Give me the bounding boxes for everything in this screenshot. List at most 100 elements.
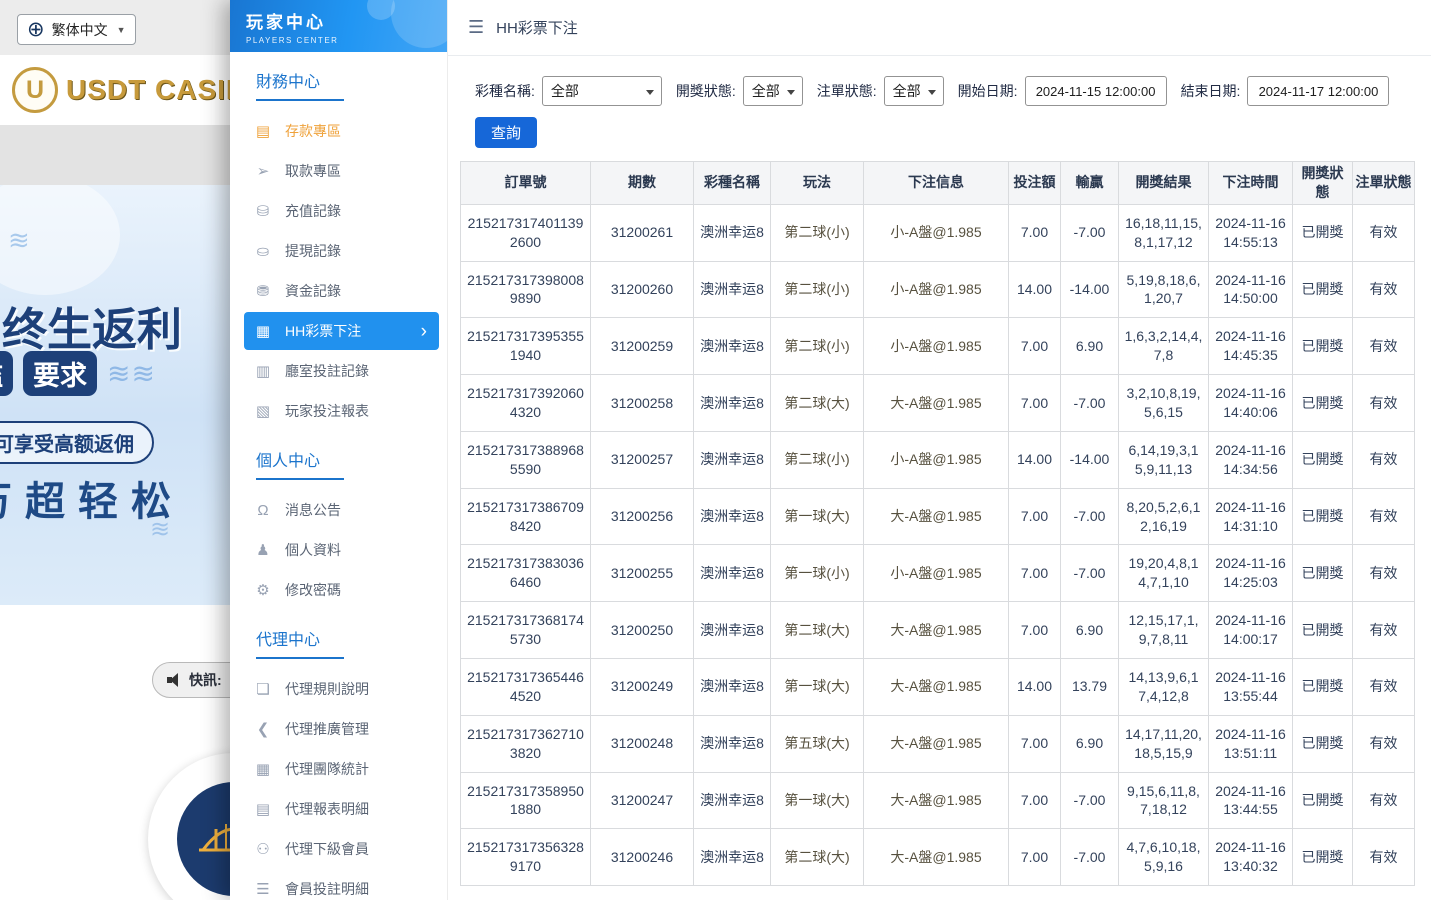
sidebar-item-profile[interactable]: ♟個人資料 bbox=[230, 530, 447, 570]
table-cell: 7.00 bbox=[1009, 488, 1061, 545]
sidebar-item-withdraw[interactable]: ➢取款專區 bbox=[230, 151, 447, 191]
table-cell: -7.00 bbox=[1061, 375, 1119, 432]
hamburger-menu-icon[interactable]: ☰ bbox=[468, 17, 484, 38]
coin-icon: ⛀ bbox=[254, 242, 272, 260]
sidebar-item-label: 取款專區 bbox=[285, 161, 341, 181]
start-date-label: 開始日期: bbox=[958, 81, 1018, 101]
sidebar-item-agent-rules[interactable]: ❏代理規則說明 bbox=[230, 669, 447, 709]
order-status-select[interactable]: 全部 bbox=[884, 76, 944, 106]
table-cell: 第二球(小) bbox=[771, 318, 864, 375]
funds-icon: ⛃ bbox=[254, 282, 272, 300]
table-cell: 有效 bbox=[1353, 204, 1415, 261]
table-cell: 14,17,11,20,18,5,15,9 bbox=[1119, 715, 1209, 772]
table-cell: 2152173173563289170 bbox=[461, 829, 591, 886]
table-row: 215217317392060432031200258澳洲幸运8第二球(大)大-… bbox=[461, 375, 1415, 432]
user-icon: ♟ bbox=[254, 541, 272, 559]
sidebar-item-announcements[interactable]: Ω消息公告 bbox=[230, 490, 447, 530]
table-cell: 澳洲幸运8 bbox=[694, 488, 771, 545]
sidebar-item-label: 會員投註明細 bbox=[285, 879, 369, 899]
news-ticker[interactable]: 快訊: bbox=[152, 662, 242, 698]
sidebar-item-hh-lottery-bets[interactable]: ▦HH彩票下注› bbox=[244, 312, 439, 350]
search-button[interactable]: 查詢 bbox=[475, 117, 537, 148]
lottery-select-value: 全部 bbox=[551, 81, 579, 101]
table-cell: 2152173173920604320 bbox=[461, 375, 591, 432]
bell-icon: Ω bbox=[254, 502, 272, 519]
banner-wave-decor: ≋≋ bbox=[107, 357, 156, 390]
table-cell: 7.00 bbox=[1009, 204, 1061, 261]
sidebar-item-agent-team-stats[interactable]: ▦代理團隊統計 bbox=[230, 749, 447, 789]
banner-title: 终生返利 bbox=[2, 293, 182, 358]
sidebar-item-member-bet-detail[interactable]: ☰ 會員投註明細 bbox=[230, 869, 447, 900]
table-cell: 有效 bbox=[1353, 488, 1415, 545]
column-header: 輸贏 bbox=[1061, 162, 1119, 205]
share-icon: ❮ bbox=[254, 720, 272, 738]
gear-icon: ⚙ bbox=[254, 581, 272, 599]
sidebar-item-room-bet-records[interactable]: ▥廳室投註記錄 bbox=[230, 351, 447, 391]
table-cell: 有效 bbox=[1353, 659, 1415, 716]
table-cell: 小-A盤@1.985 bbox=[864, 318, 1009, 375]
sidebar-item-withdraw-record[interactable]: ⛀ 提現記錄 bbox=[230, 231, 447, 271]
end-date-label: 結束日期: bbox=[1181, 81, 1241, 101]
sidebar-item-change-password[interactable]: ⚙修改密碼 bbox=[230, 570, 447, 610]
table-cell: 2152173173867098420 bbox=[461, 488, 591, 545]
table-cell: 大-A盤@1.985 bbox=[864, 715, 1009, 772]
sidebar-item-deposit[interactable]: ▤存款專區 bbox=[230, 111, 447, 151]
sidebar-item-label: 資金記錄 bbox=[285, 281, 341, 301]
table-cell: 大-A盤@1.985 bbox=[864, 829, 1009, 886]
table-cell: -14.00 bbox=[1061, 261, 1119, 318]
filter-bar: 彩種名稱: 全部 開獎狀態: 全部 注單狀態: 全部 bbox=[448, 56, 1431, 106]
table-cell: 31200246 bbox=[591, 829, 694, 886]
table-cell: 13.79 bbox=[1061, 659, 1119, 716]
table-cell: 2152173173830366460 bbox=[461, 545, 591, 602]
table-cell: 2024-11-16 14:40:06 bbox=[1209, 375, 1293, 432]
draw-status-filter-group: 開獎狀態: 全部 bbox=[676, 76, 803, 106]
sidebar-item-label: 存款專區 bbox=[285, 121, 341, 141]
table-cell: 有效 bbox=[1353, 602, 1415, 659]
sidebar-item-label: 廳室投註記錄 bbox=[285, 361, 369, 381]
news-ticker-label: 快訊: bbox=[189, 670, 222, 690]
table-cell: 已開獎 bbox=[1293, 659, 1353, 716]
sidebar-title: 玩家中心 bbox=[246, 8, 447, 33]
table-cell: 19,20,4,8,14,7,1,10 bbox=[1119, 545, 1209, 602]
table-cell: 有效 bbox=[1353, 545, 1415, 602]
table-cell: 2024-11-16 13:40:32 bbox=[1209, 829, 1293, 886]
language-selector[interactable]: ⊕ 繁体中文 ▼ bbox=[17, 14, 136, 45]
table-cell: 7.00 bbox=[1009, 829, 1061, 886]
sidebar-item-agent-sub-members[interactable]: ⚇代理下級會員 bbox=[230, 829, 447, 869]
table-cell: 2024-11-16 13:55:44 bbox=[1209, 659, 1293, 716]
sidebar-item-recharge-record[interactable]: ⛁充值記錄 bbox=[230, 191, 447, 231]
site-nav-strip bbox=[0, 125, 232, 185]
table-cell: 已開獎 bbox=[1293, 204, 1353, 261]
sidebar-section-heading-label: 代理中心 bbox=[256, 626, 344, 659]
table-cell: 第二球(大) bbox=[771, 829, 864, 886]
list-icon: ☰ bbox=[254, 880, 272, 898]
table-cell: 已開獎 bbox=[1293, 261, 1353, 318]
table-cell: 31200258 bbox=[591, 375, 694, 432]
lottery-filter-group: 彩種名稱: 全部 bbox=[475, 76, 662, 106]
table-cell: 澳洲幸运8 bbox=[694, 375, 771, 432]
sidebar-section-heading: 個人中心 bbox=[230, 431, 447, 480]
sidebar-item-label: 提現記錄 bbox=[285, 241, 341, 261]
table-cell: 小-A盤@1.985 bbox=[864, 204, 1009, 261]
table-cell: 14.00 bbox=[1009, 431, 1061, 488]
table-cell: 31200256 bbox=[591, 488, 694, 545]
table-row: 215217317386709842031200256澳洲幸运8第一球(大)大-… bbox=[461, 488, 1415, 545]
draw-status-select[interactable]: 全部 bbox=[743, 76, 803, 106]
start-date-input[interactable] bbox=[1025, 76, 1167, 106]
table-cell: 31200255 bbox=[591, 545, 694, 602]
sidebar-item-agent-promotion[interactable]: ❮代理推廣管理 bbox=[230, 709, 447, 749]
table-cell: 6,14,19,3,15,9,11,13 bbox=[1119, 431, 1209, 488]
sidebar-item-funds-record[interactable]: ⛃ 資金記錄 bbox=[230, 271, 447, 311]
table-cell: 7.00 bbox=[1009, 375, 1061, 432]
table-row: 215217317356328917031200246澳洲幸运8第二球(大)大-… bbox=[461, 829, 1415, 886]
end-date-input[interactable] bbox=[1247, 76, 1389, 106]
table-cell: 31200259 bbox=[591, 318, 694, 375]
order-status-label: 注單狀態: bbox=[817, 81, 877, 101]
table-cell: 有效 bbox=[1353, 318, 1415, 375]
table-cell: 已開獎 bbox=[1293, 829, 1353, 886]
lottery-select[interactable]: 全部 bbox=[542, 76, 662, 106]
screen: ⊕ 繁体中文 ▼ U USDT CASINO ≋ 终生返利 檻 要求 ≋≋ 可享… bbox=[0, 0, 1431, 900]
sidebar-item-player-bet-report[interactable]: ▧玩家投注報表 bbox=[230, 391, 447, 431]
sidebar-item-agent-report-detail[interactable]: ▤代理報表明細 bbox=[230, 789, 447, 829]
bets-table: 訂單號期數彩種名稱玩法下注信息投注額輸贏開獎結果下注時間開獎狀態注單狀態 215… bbox=[460, 161, 1415, 886]
